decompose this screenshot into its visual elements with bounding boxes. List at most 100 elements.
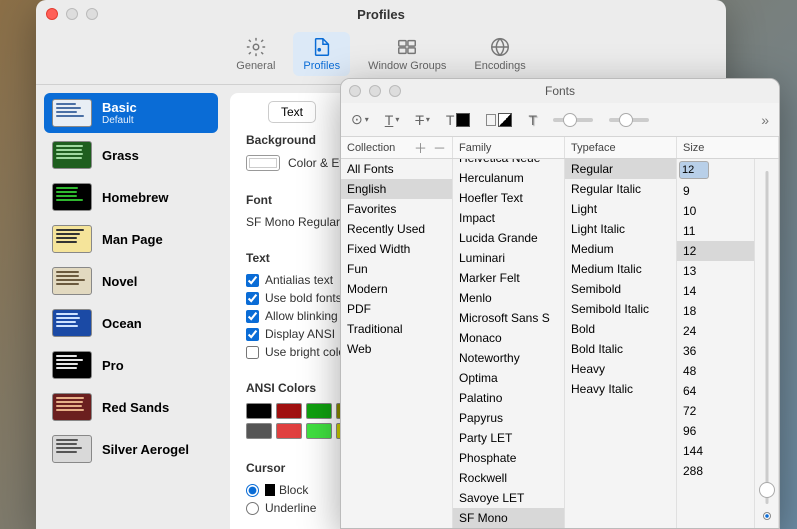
list-item[interactable]: 36: [677, 341, 754, 361]
profile-row[interactable]: BasicDefault: [44, 93, 218, 133]
toolbar-encodings[interactable]: Encodings: [464, 32, 535, 76]
list-item[interactable]: Papyrus: [453, 408, 564, 428]
text-color-button[interactable]: T: [446, 112, 471, 128]
list-item[interactable]: SF Mono: [453, 508, 564, 528]
ansi-color-swatch[interactable]: [246, 423, 272, 439]
family-list[interactable]: Helvetica NeueHerculanumHoefler TextImpa…: [453, 159, 565, 528]
list-item[interactable]: 288: [677, 461, 754, 481]
profile-row[interactable]: Red Sands: [44, 387, 218, 427]
actions-menu[interactable]: ⊙▾: [351, 111, 369, 128]
list-item[interactable]: 24: [677, 321, 754, 341]
list-item[interactable]: Hoefler Text: [453, 188, 564, 208]
list-item[interactable]: 72: [677, 401, 754, 421]
profile-row[interactable]: Pro: [44, 345, 218, 385]
ansi-color-swatch[interactable]: [246, 403, 272, 419]
list-item[interactable]: Impact: [453, 208, 564, 228]
list-item[interactable]: Heavy Italic: [565, 379, 676, 399]
list-item[interactable]: 13: [677, 261, 754, 281]
list-item[interactable]: 9: [677, 181, 754, 201]
list-item[interactable]: Rockwell: [453, 468, 564, 488]
list-item[interactable]: 10: [677, 201, 754, 221]
list-item[interactable]: 12: [677, 241, 754, 261]
profile-row[interactable]: Grass: [44, 135, 218, 175]
size-input[interactable]: [679, 161, 709, 179]
shadow-button[interactable]: T: [528, 112, 537, 128]
list-item[interactable]: Web: [341, 339, 452, 359]
antialias-checkbox[interactable]: [246, 274, 259, 287]
shadow-opacity-slider[interactable]: [553, 118, 593, 122]
list-item[interactable]: Favorites: [341, 199, 452, 219]
list-item[interactable]: All Fonts: [341, 159, 452, 179]
toolbar-profiles[interactable]: Profiles: [293, 32, 350, 76]
list-item[interactable]: Palatino: [453, 388, 564, 408]
profile-row[interactable]: Silver Aerogel: [44, 429, 218, 469]
list-item[interactable]: Bold: [565, 319, 676, 339]
list-item[interactable]: PDF: [341, 299, 452, 319]
ansi-color-swatch[interactable]: [306, 403, 332, 419]
toolbar-general[interactable]: General: [226, 32, 285, 76]
list-item[interactable]: Bold Italic: [565, 339, 676, 359]
collection-list[interactable]: All FontsEnglishFavoritesRecently UsedFi…: [341, 159, 453, 528]
bright-checkbox[interactable]: [246, 346, 259, 359]
list-item[interactable]: Microsoft Sans S: [453, 308, 564, 328]
document-color-button[interactable]: [486, 113, 512, 127]
list-item[interactable]: Lucida Grande: [453, 228, 564, 248]
list-item[interactable]: 64: [677, 381, 754, 401]
list-item[interactable]: Light: [565, 199, 676, 219]
profile-row[interactable]: Ocean: [44, 303, 218, 343]
list-item[interactable]: Herculanum: [453, 168, 564, 188]
list-item[interactable]: English: [341, 179, 452, 199]
blinking-checkbox[interactable]: [246, 310, 259, 323]
list-item[interactable]: Light Italic: [565, 219, 676, 239]
list-item[interactable]: 11: [677, 221, 754, 241]
list-item[interactable]: Marker Felt: [453, 268, 564, 288]
list-item[interactable]: Semibold Italic: [565, 299, 676, 319]
toolbar-window-groups[interactable]: Window Groups: [358, 32, 456, 76]
add-collection-button[interactable]: ＋: [414, 138, 427, 157]
list-item[interactable]: Noteworthy: [453, 348, 564, 368]
overflow-icon[interactable]: »: [761, 112, 769, 128]
cursor-underline-radio[interactable]: [246, 502, 259, 515]
list-item[interactable]: Party LET: [453, 428, 564, 448]
list-item[interactable]: Fixed Width: [341, 239, 452, 259]
profile-row[interactable]: Novel: [44, 261, 218, 301]
profile-row[interactable]: Homebrew: [44, 177, 218, 217]
background-color-swatch[interactable]: [246, 155, 280, 171]
list-item[interactable]: Fun: [341, 259, 452, 279]
list-item[interactable]: Luminari: [453, 248, 564, 268]
list-item[interactable]: Savoye LET: [453, 488, 564, 508]
list-item[interactable]: Monaco: [453, 328, 564, 348]
list-item[interactable]: Recently Used: [341, 219, 452, 239]
tab-text[interactable]: Text: [268, 101, 316, 123]
size-slider[interactable]: [754, 159, 778, 528]
list-item[interactable]: Helvetica Neue: [453, 159, 564, 168]
list-item[interactable]: Medium: [565, 239, 676, 259]
list-item[interactable]: Regular Italic: [565, 179, 676, 199]
list-item[interactable]: Optima: [453, 368, 564, 388]
list-item[interactable]: Semibold: [565, 279, 676, 299]
ansi-checkbox[interactable]: [246, 328, 259, 341]
ansi-color-swatch[interactable]: [276, 423, 302, 439]
bold-fonts-checkbox[interactable]: [246, 292, 259, 305]
strikethrough-menu[interactable]: T▾: [415, 112, 430, 128]
list-item[interactable]: Medium Italic: [565, 259, 676, 279]
list-item[interactable]: Phosphate: [453, 448, 564, 468]
cursor-block-radio[interactable]: [246, 484, 259, 497]
list-item[interactable]: 14: [677, 281, 754, 301]
remove-collection-button[interactable]: －: [433, 138, 446, 157]
list-item[interactable]: 18: [677, 301, 754, 321]
underline-menu[interactable]: T▾: [385, 112, 400, 128]
list-item[interactable]: 96: [677, 421, 754, 441]
list-item[interactable]: Heavy: [565, 359, 676, 379]
profile-row[interactable]: Man Page: [44, 219, 218, 259]
shadow-blur-slider[interactable]: [609, 118, 649, 122]
ansi-color-swatch[interactable]: [306, 423, 332, 439]
typeface-list[interactable]: RegularRegular ItalicLightLight ItalicMe…: [565, 159, 677, 528]
list-item[interactable]: 144: [677, 441, 754, 461]
list-item[interactable]: Regular: [565, 159, 676, 179]
list-item[interactable]: Menlo: [453, 288, 564, 308]
list-item[interactable]: Traditional: [341, 319, 452, 339]
list-item[interactable]: Modern: [341, 279, 452, 299]
list-item[interactable]: 48: [677, 361, 754, 381]
ansi-color-swatch[interactable]: [276, 403, 302, 419]
